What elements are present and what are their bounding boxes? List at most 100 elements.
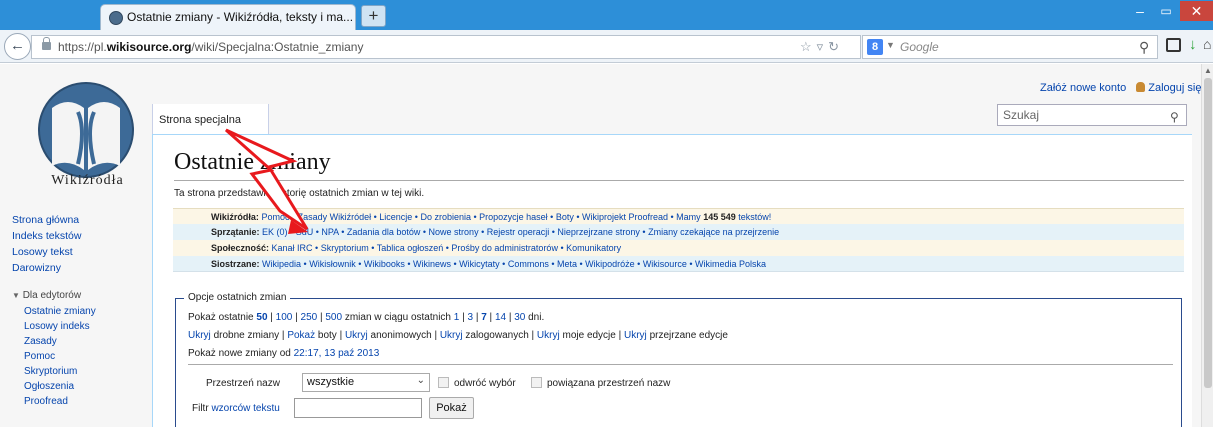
sidebar-item-donations[interactable]: Darowizny [12, 262, 61, 274]
close-icon[interactable]: ✕ [1180, 1, 1213, 21]
search-placeholder: Google [900, 40, 939, 54]
nav-row-links[interactable]: Pomoc • Zasady Wikiźródeł • Licencje • D… [261, 212, 700, 222]
download-icon[interactable]: ↓ [1189, 36, 1197, 53]
sidebar-item-main-page[interactable]: Strona główna [12, 214, 79, 226]
scroll-up-icon[interactable]: ▲ [1204, 66, 1212, 75]
login-link[interactable]: Zaloguj się [1148, 82, 1201, 94]
namespace-value: wszystkie [307, 376, 355, 388]
minor-label: drobne zmiany [213, 330, 280, 341]
newfrom-label: Pokaż nowe zmiany od [188, 348, 291, 359]
nav-row-links[interactable]: EK (0) • SdU • NPA • Zadania dla botów •… [262, 227, 779, 237]
home-icon[interactable]: ⌂ [1203, 36, 1211, 52]
triangle-down-icon: ▼ [12, 291, 20, 300]
wiki-search-placeholder: Szukaj [1003, 108, 1040, 122]
url-text: https://pl.wikisource.org/wiki/Specjalna… [58, 40, 364, 54]
url-bar[interactable]: https://pl.wikisource.org/wiki/Specjalna… [31, 35, 861, 59]
nav-row-cleanup: Sprzątanie: EK (0) • SdU • NPA • Zadania… [173, 224, 1184, 240]
hide-patrolled-link[interactable]: Ukryj [624, 330, 647, 341]
user-icon [1136, 82, 1146, 92]
scroll-thumb[interactable] [1204, 78, 1212, 388]
bookmark-star-icon[interactable]: ☆▿↻ [800, 39, 844, 55]
show-button[interactable]: Pokaż [429, 397, 474, 419]
wikisource-favicon-icon [109, 11, 123, 25]
page-scrollbar[interactable]: ▲ [1201, 64, 1213, 427]
sidebar-item-proofread[interactable]: Proofread [24, 396, 68, 407]
days-1-link[interactable]: 1 [454, 312, 460, 323]
nav-row-community: Społeczność: Kanał IRC • Skryptorium • T… [173, 240, 1184, 256]
nav-row-links[interactable]: Kanał IRC • Skryptorium • Tablica ogłosz… [272, 243, 622, 253]
user-links: Załóż nowe konto Zaloguj się [1040, 82, 1201, 94]
limit-250-link[interactable]: 250 [301, 312, 318, 323]
sidebar-item-rules[interactable]: Zasady [24, 336, 57, 347]
limit-100-link[interactable]: 100 [276, 312, 293, 323]
sidebar-item-random-index[interactable]: Losowy indeks [24, 321, 90, 332]
hide-mine-link[interactable]: Ukryj [537, 330, 560, 341]
options-divider [188, 364, 1173, 365]
anons-label: anonimowych [370, 330, 432, 341]
nav-row-wikisource: Wikiźródła: Pomoc • Zasady Wikiźródeł • … [173, 208, 1184, 224]
nav-row-sister-projects: Siostrzane: Wikipedia • Wikisłownik • Wi… [173, 256, 1184, 272]
days-7-link[interactable]: 7 [481, 312, 487, 323]
nav-row-label: Siostrzane: [211, 259, 260, 269]
limit-500-link[interactable]: 500 [325, 312, 342, 323]
invert-checkbox[interactable] [438, 377, 449, 388]
tab-special-page[interactable]: Strona specjalna [152, 104, 269, 134]
tag-filter-link[interactable]: wzorców tekstu [211, 403, 279, 414]
browser-tab[interactable]: Ostatnie zmiany - Wikiźródła, teksty i m… [100, 4, 356, 30]
search-icon[interactable]: ⚲ [1139, 39, 1149, 56]
back-arrow-icon[interactable]: ← [4, 33, 31, 60]
wiki-search-input[interactable]: Szukaj ⚲ [997, 104, 1187, 126]
filter-label: Filtr wzorców tekstu [192, 403, 280, 414]
limits-mid-label: zmian w ciągu ostatnich [344, 312, 451, 323]
chevron-down-icon: ⌄ [416, 375, 425, 386]
sidebar-item-scriptorium[interactable]: Skryptorium [24, 366, 77, 377]
show-bots-link[interactable]: Pokaż [287, 330, 315, 341]
namespace-label: Przestrzeń nazw [206, 378, 280, 389]
browser-search-box[interactable]: 8 ▼ Google ⚲ [862, 35, 1158, 59]
hide-loggedin-link[interactable]: Ukryj [440, 330, 463, 341]
days-30-link[interactable]: 30 [514, 312, 525, 323]
maximize-icon[interactable]: ▭ [1153, 2, 1179, 20]
sidebar-item-random-text[interactable]: Losowy tekst [12, 246, 73, 258]
new-changes-line: Pokaż nowe zmiany od 22:17, 13 paź 2013 [188, 348, 379, 359]
create-account-link[interactable]: Załóż nowe konto [1040, 82, 1126, 94]
search-icon[interactable]: ⚲ [1170, 110, 1179, 124]
sidebar-group-editors[interactable]: ▼ Dla edytorów [12, 290, 81, 301]
loggedin-label: zalogowanych [465, 330, 529, 341]
sidebar-item-notices[interactable]: Ogłoszenia [24, 381, 74, 392]
tag-filter-input[interactable] [294, 398, 422, 418]
days-14-link[interactable]: 14 [495, 312, 506, 323]
browser-titlebar: Ostatnie zmiany - Wikiźródła, teksty i m… [0, 0, 1213, 30]
options-legend: Opcje ostatnich zmian [184, 292, 291, 303]
associated-checkbox[interactable] [531, 377, 542, 388]
options-fieldset: Opcje ostatnich zmian Pokaż ostatnie 50 … [175, 292, 1182, 427]
sidebar-item-text-index[interactable]: Indeks tekstów [12, 230, 81, 242]
google-engine-icon[interactable]: 8 [867, 39, 883, 55]
days-3-link[interactable]: 3 [468, 312, 474, 323]
namespace-select[interactable]: wszystkie ⌄ [302, 373, 430, 392]
nav-row-label: Wikiźródła: [211, 212, 259, 222]
minimize-icon[interactable]: – [1127, 2, 1153, 20]
nav-row-links[interactable]: Wikipedia • Wikisłownik • Wikibooks • Wi… [262, 259, 766, 269]
text-count: 145 549 [703, 212, 736, 222]
bots-label: boty [317, 330, 337, 341]
nav-row-label: Społeczność: [211, 243, 270, 253]
content-area: Ostatnie zmiany Ta strona przedstawia hi… [152, 134, 1192, 427]
engine-dropdown-icon[interactable]: ▼ [886, 40, 895, 50]
hide-anons-link[interactable]: Ukryj [345, 330, 368, 341]
limit-50-link[interactable]: 50 [256, 312, 267, 323]
tab-title: Ostatnie zmiany - Wikiźródła, teksty i m… [127, 10, 354, 24]
text-count-link[interactable]: tekstów! [738, 212, 771, 222]
patrolled-label: przejrzane edycje [649, 330, 728, 341]
page-viewport: Wikiźródła Załóż nowe konto Zaloguj się … [0, 64, 1213, 427]
sidebar-item-help[interactable]: Pomoc [24, 351, 55, 362]
new-tab-button[interactable]: + [361, 5, 386, 27]
sidebar-item-recent-changes[interactable]: Ostatnie zmiany [24, 306, 96, 317]
associated-label[interactable]: powiązana przestrzeń nazw [547, 378, 670, 389]
logo-text: Wikiźródła [51, 173, 124, 188]
invert-label[interactable]: odwróć wybór [454, 378, 516, 389]
browser-navbar: ← https://pl.wikisource.org/wiki/Specjal… [0, 30, 1213, 63]
hide-minor-link[interactable]: Ukryj [188, 330, 211, 341]
bookmarks-icon[interactable] [1166, 38, 1181, 52]
newfrom-date-link[interactable]: 22:17, 13 paź 2013 [294, 348, 380, 359]
